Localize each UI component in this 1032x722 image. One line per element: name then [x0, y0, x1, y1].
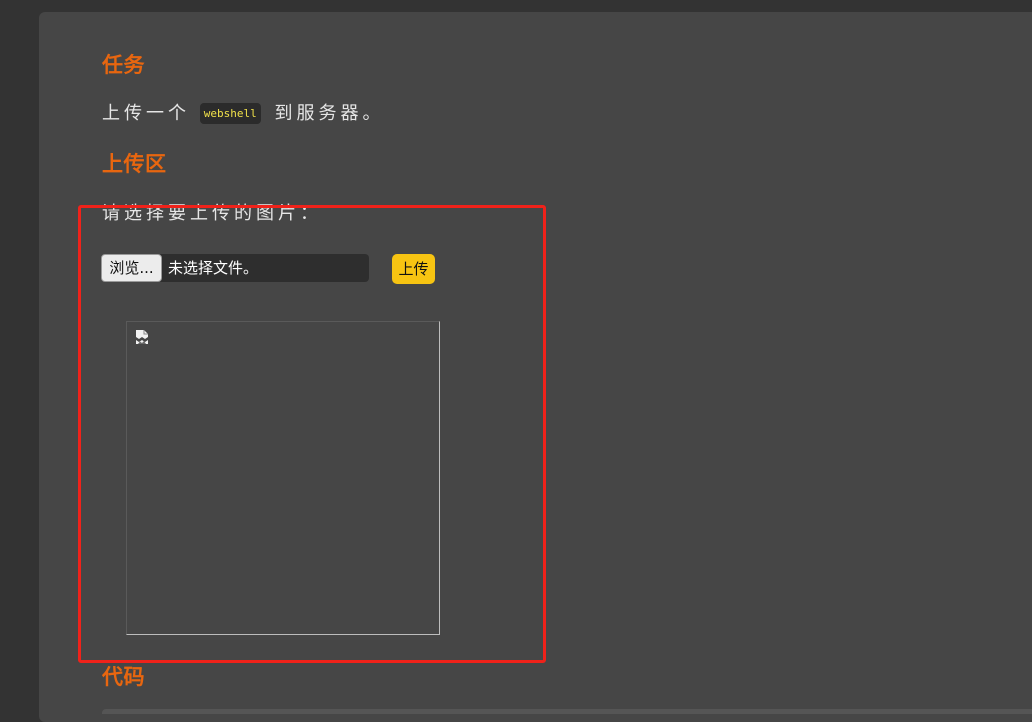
- upload-prompt: 请选择要上传的图片：: [102, 203, 322, 224]
- task-description: 上传一个 webshell 到服务器。: [102, 99, 384, 125]
- task-heading: 任务: [102, 53, 145, 77]
- upload-heading: 上传区: [102, 152, 167, 176]
- code-block-edge: [102, 709, 1032, 714]
- task-text-before: 上传一个: [102, 103, 190, 124]
- image-preview: [126, 321, 440, 635]
- file-status-text: 未选择文件。: [168, 259, 259, 277]
- webshell-code: webshell: [199, 103, 261, 124]
- upload-submit-button[interactable]: 上传: [392, 254, 435, 284]
- broken-image-icon: [135, 329, 150, 349]
- task-text-after: 到服务器。: [274, 103, 385, 124]
- code-heading: 代码: [102, 665, 145, 689]
- file-input[interactable]: 浏览... 未选择文件。: [101, 254, 369, 282]
- browse-button[interactable]: 浏览...: [101, 254, 162, 282]
